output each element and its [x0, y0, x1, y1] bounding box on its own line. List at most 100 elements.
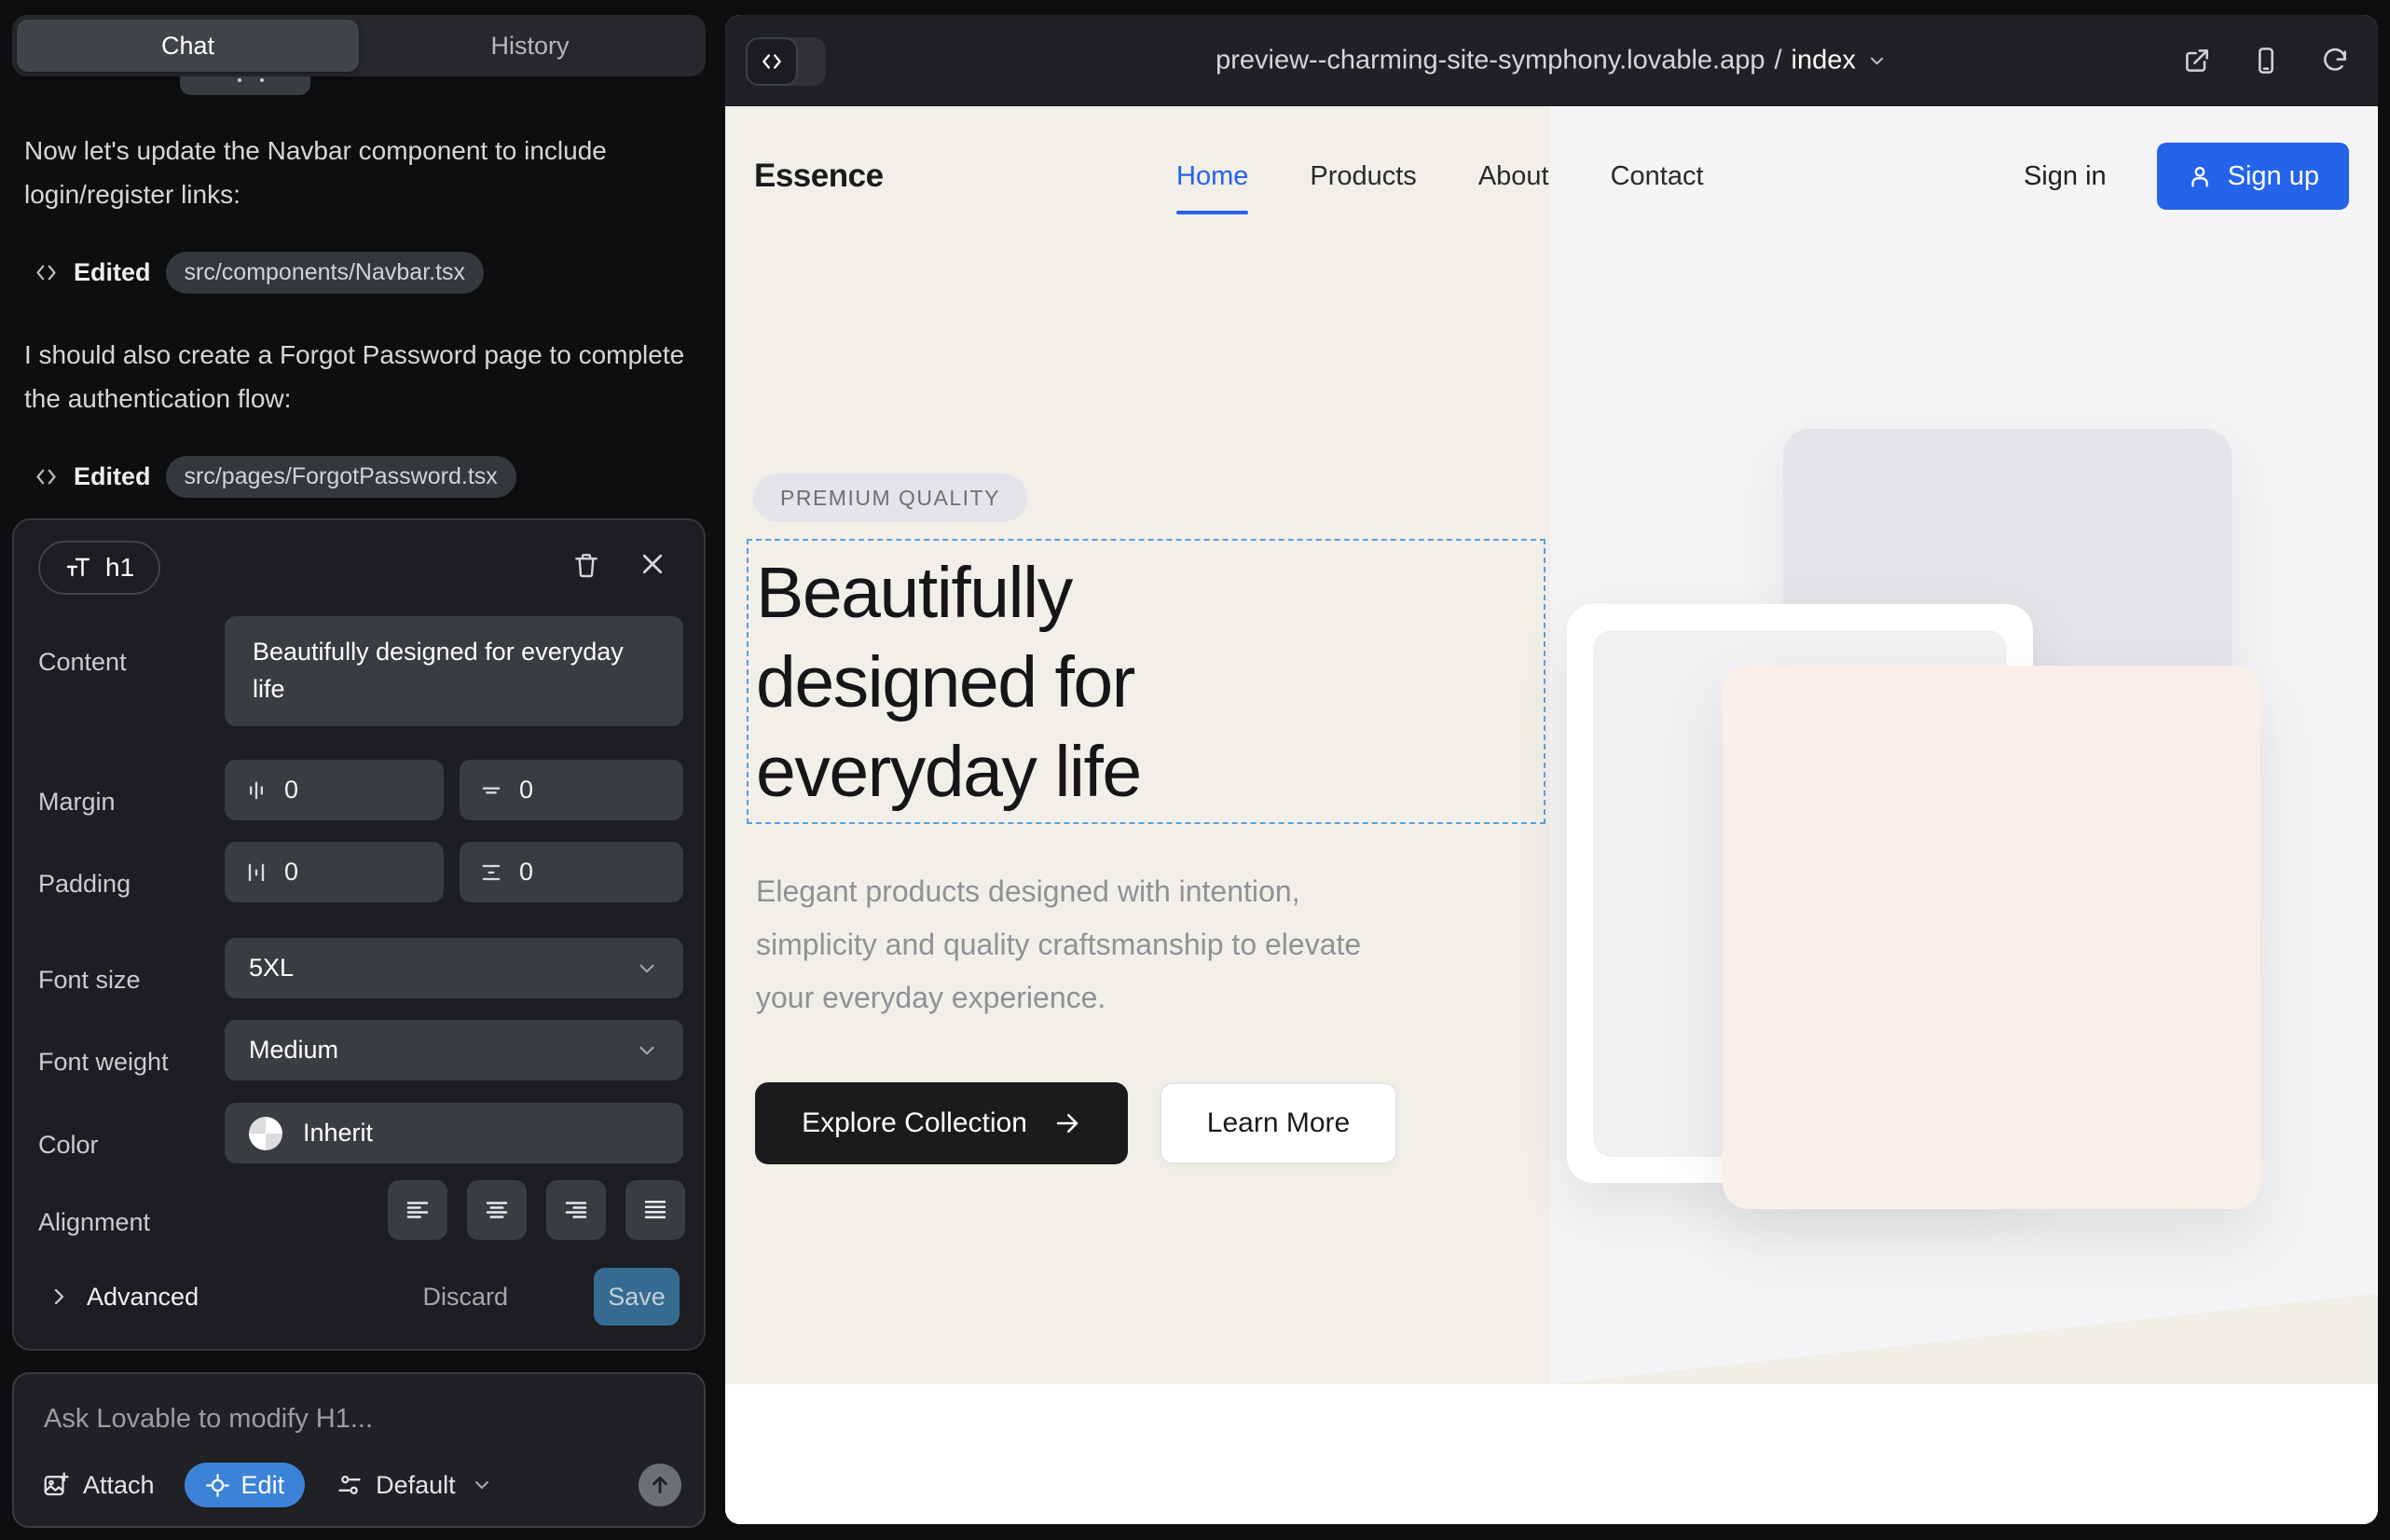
preview-url[interactable]: preview--charming-site-symphony.lovable.…: [1216, 46, 1888, 76]
margin-y-field[interactable]: 0: [460, 760, 683, 820]
element-editor-panel: h1 Content Beautifully designed for ever…: [12, 518, 706, 1351]
preview-browser-bar: preview--charming-site-symphony.lovable.…: [725, 15, 2378, 106]
tab-history[interactable]: History: [359, 20, 701, 72]
code-icon: [34, 260, 59, 285]
lovable-sidebar: Chat History Now let's update the Navbar…: [0, 0, 725, 1540]
assistant-message: Now let's update the Navbar component to…: [24, 129, 691, 216]
padding-label: Padding: [38, 870, 130, 899]
prompt-composer: Ask Lovable to modify H1... Attach Edit …: [12, 1372, 706, 1528]
url-separator: /: [1774, 46, 1781, 76]
selected-element-tag[interactable]: h1: [38, 541, 160, 595]
edit-mode-button[interactable]: Edit: [185, 1463, 306, 1507]
open-external-icon[interactable]: [2182, 46, 2212, 76]
margin-x-field[interactable]: 0: [225, 760, 444, 820]
close-panel-button[interactable]: [639, 550, 666, 578]
align-left-button[interactable]: [388, 1180, 447, 1240]
align-right-button[interactable]: [546, 1180, 606, 1240]
align-center-button[interactable]: [467, 1180, 527, 1240]
nav-link-home[interactable]: Home: [1176, 161, 1248, 192]
tag-label: h1: [105, 553, 134, 583]
attach-image-icon: [42, 1471, 70, 1499]
browser-actions: [2182, 46, 2350, 76]
mobile-view-icon[interactable]: [2251, 46, 2281, 76]
align-justify-button[interactable]: [625, 1180, 685, 1240]
file-chip[interactable]: src/components/Navbar.tsx: [166, 252, 485, 294]
font-size-label: Font size: [38, 966, 141, 995]
font-size-select[interactable]: 5XL: [225, 938, 683, 998]
margin-horizontal-icon: [243, 777, 269, 804]
target-icon: [205, 1473, 230, 1498]
nav-link-products[interactable]: Products: [1310, 161, 1416, 192]
hero-section: Essence Home Products About Contact Sign…: [725, 106, 2378, 1384]
advanced-toggle[interactable]: Advanced: [48, 1267, 199, 1327]
sliders-icon: [337, 1472, 363, 1498]
chevron-down-icon: [635, 1038, 659, 1063]
edited-file-row[interactable]: Edited src/components/Navbar.tsx: [34, 252, 691, 294]
save-button[interactable]: Save: [594, 1268, 680, 1326]
edited-label: Edited: [74, 258, 151, 287]
default-mode-button[interactable]: Default: [337, 1471, 493, 1500]
file-chip[interactable]: src/pages/ForgotPassword.tsx: [166, 456, 516, 498]
composer-toolbar: Attach Edit Default: [42, 1463, 681, 1507]
content-field[interactable]: Beautifully designed for everyday life: [225, 616, 683, 726]
chat-history-tabbar: Chat History: [12, 15, 706, 76]
editor-footer: Advanced Discard Save: [14, 1267, 704, 1327]
chevron-down-icon: [1867, 50, 1888, 71]
edited-label: Edited: [74, 462, 151, 491]
padding-x-field[interactable]: 0: [225, 842, 444, 902]
preview-domain: preview--charming-site-symphony.lovable.…: [1216, 46, 1765, 76]
nav-link-contact[interactable]: Contact: [1611, 161, 1704, 192]
preview-window: preview--charming-site-symphony.lovable.…: [725, 15, 2378, 1524]
margin-label: Margin: [38, 788, 116, 817]
content-label: Content: [38, 648, 127, 677]
site-viewport: Essence Home Products About Contact Sign…: [725, 106, 2378, 1524]
site-nav-links: Home Products About Contact: [1176, 106, 1704, 246]
font-weight-select[interactable]: Medium: [225, 1020, 683, 1080]
element-selection-outline[interactable]: [747, 539, 1545, 824]
assistant-message: I should also create a Forgot Password p…: [24, 333, 691, 420]
padding-vertical-icon: [478, 859, 504, 886]
chevron-right-icon: [48, 1286, 70, 1308]
sign-in-link[interactable]: Sign in: [2024, 161, 2107, 192]
chevron-down-icon: [471, 1474, 493, 1496]
refresh-icon[interactable]: [2320, 46, 2350, 76]
color-label: Color: [38, 1131, 99, 1160]
padding-horizontal-icon: [243, 859, 269, 886]
margin-vertical-icon: [478, 777, 504, 804]
code-icon: [746, 37, 798, 86]
edited-file-row[interactable]: Edited src/pages/ForgotPassword.tsx: [34, 456, 691, 498]
chevron-down-icon: [635, 956, 659, 981]
alignment-group: [388, 1180, 685, 1240]
section-below-hero: [725, 1384, 2378, 1524]
learn-more-button[interactable]: Learn More: [1160, 1082, 1397, 1164]
sign-up-button[interactable]: Sign up: [2157, 143, 2349, 210]
site-navbar: Essence Home Products About Contact Sign…: [725, 106, 2378, 246]
scrolled-chip-fragment: [180, 76, 310, 95]
preview-path: index: [1792, 46, 1856, 76]
arrow-right-icon: [1053, 1109, 1081, 1137]
padding-y-field[interactable]: 0: [460, 842, 683, 902]
premium-badge: PREMIUM QUALITY: [753, 474, 1027, 522]
code-view-toggle[interactable]: [746, 37, 826, 86]
attach-button[interactable]: Attach: [42, 1471, 155, 1500]
hero-cta-row: Explore Collection Learn More: [755, 1082, 1397, 1164]
delete-element-button[interactable]: [571, 550, 601, 580]
color-select[interactable]: Inherit: [225, 1103, 683, 1163]
hero-description: Elegant products designed with intention…: [756, 865, 1408, 1024]
code-icon: [34, 464, 59, 489]
chat-messages: Now let's update the Navbar component to…: [24, 129, 691, 537]
typography-icon: [64, 554, 92, 582]
prompt-input[interactable]: Ask Lovable to modify H1...: [44, 1404, 373, 1435]
nav-link-about[interactable]: About: [1478, 161, 1549, 192]
auth-actions: Sign in Sign up: [2024, 106, 2349, 246]
hero-card-cream: [1723, 666, 2260, 1209]
alignment-label: Alignment: [38, 1208, 150, 1237]
explore-collection-button[interactable]: Explore Collection: [755, 1082, 1128, 1164]
font-weight-label: Font weight: [38, 1048, 169, 1077]
color-swatch: [249, 1117, 282, 1150]
site-logo[interactable]: Essence: [754, 158, 884, 195]
tab-chat[interactable]: Chat: [17, 20, 359, 72]
discard-button[interactable]: Discard: [422, 1267, 508, 1327]
send-button[interactable]: [639, 1464, 681, 1506]
user-icon: [2187, 163, 2213, 189]
